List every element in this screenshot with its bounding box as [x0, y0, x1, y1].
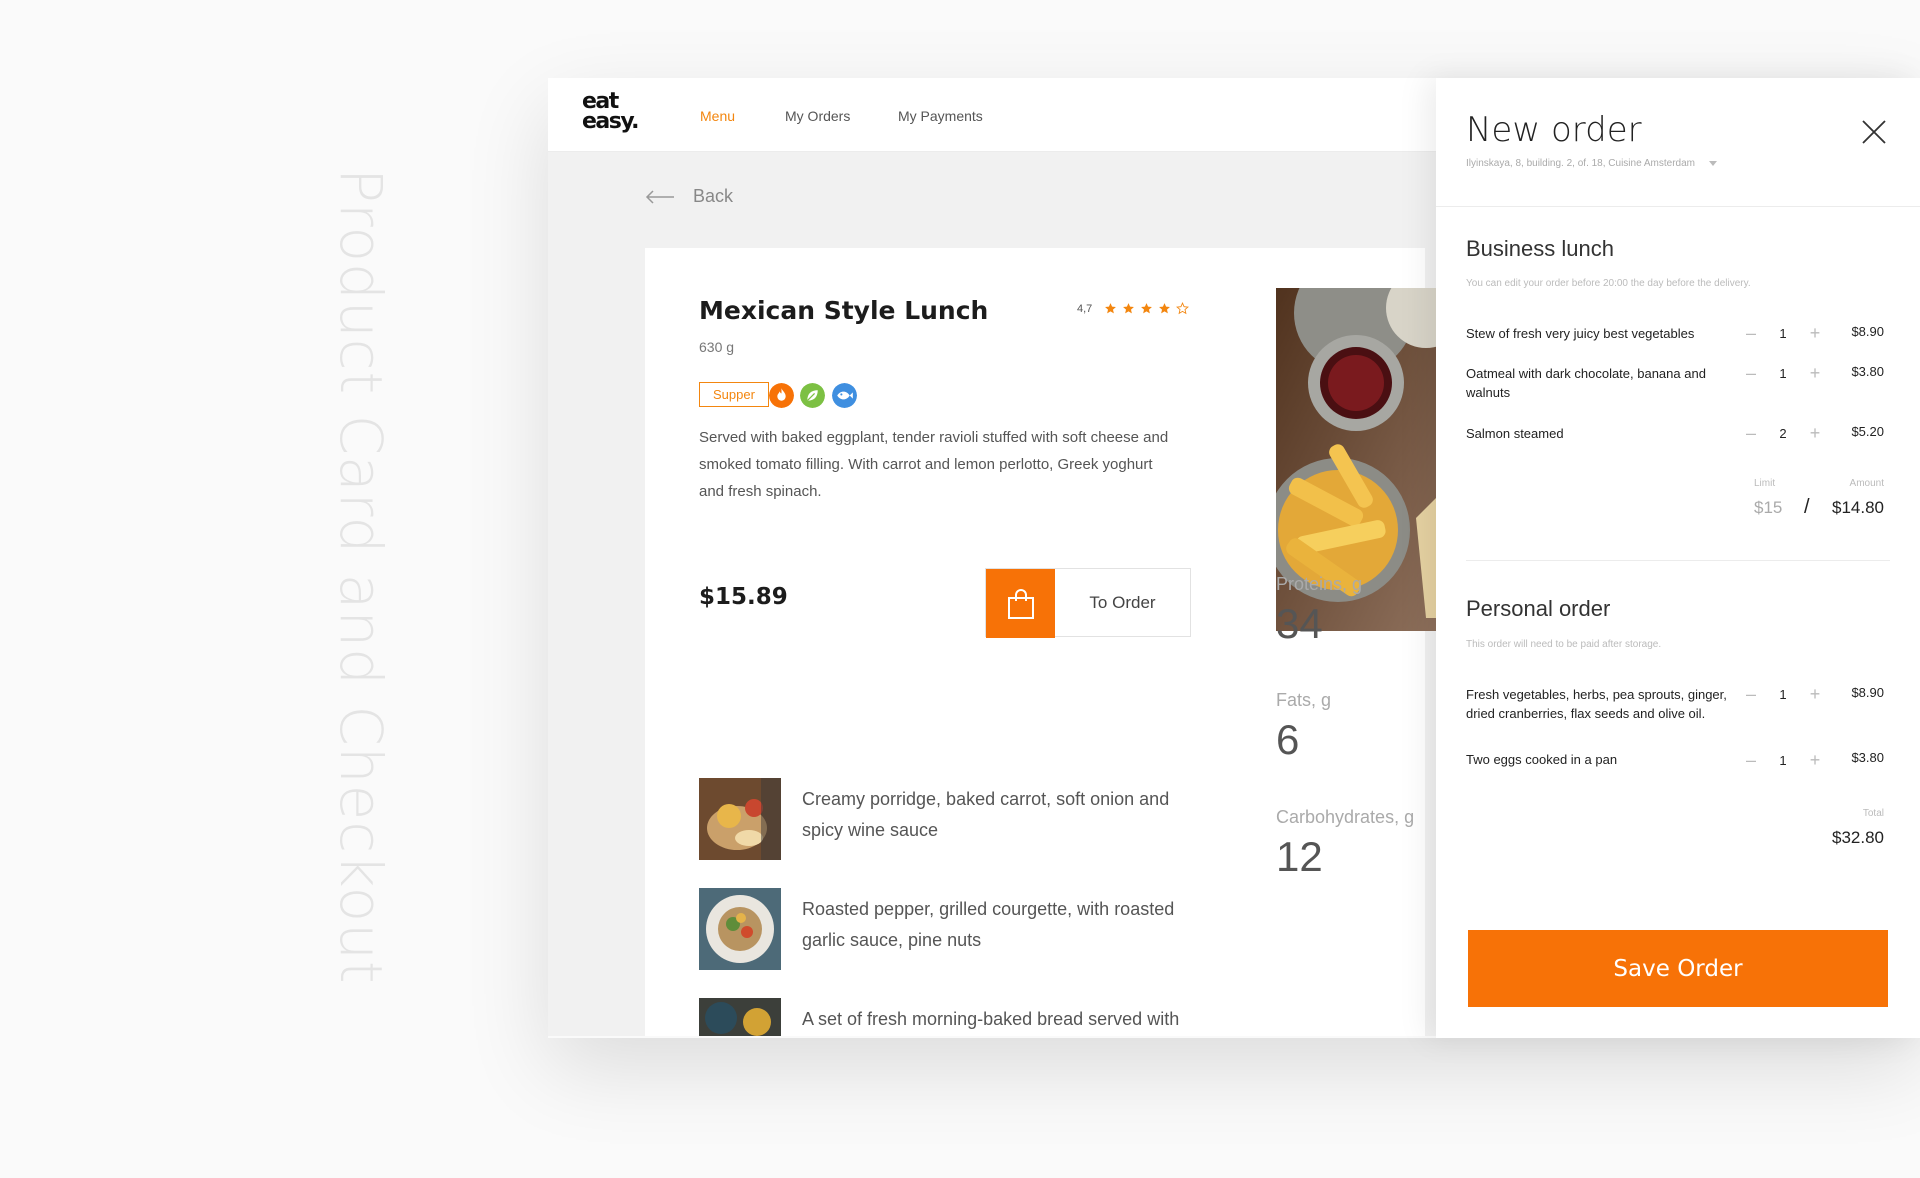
address-text: Ilyinskaya, 8, building. 2, of. 18, Cuis…	[1466, 158, 1696, 169]
leaf-icon	[800, 383, 825, 408]
order-item-name: Stew of fresh very juicy best vegetables	[1466, 326, 1695, 341]
fish-icon	[832, 383, 857, 408]
flame-icon	[769, 383, 794, 408]
divider	[1436, 206, 1920, 207]
decrease-button[interactable]: –	[1744, 750, 1758, 771]
product-weight: 630 g	[699, 339, 735, 355]
dish-description: Creamy porridge, baked carrot, soft onio…	[802, 789, 1170, 840]
star-filled-icon	[1123, 303, 1135, 314]
back-label: Back	[693, 186, 734, 206]
personal-order-title: Personal order	[1466, 596, 1611, 621]
rating-value: 4,7	[1077, 302, 1093, 315]
nutrition-label: Proteins, g	[1276, 574, 1363, 594]
nutrition-value: 6	[1276, 716, 1300, 763]
meal-tag[interactable]: Supper	[699, 382, 769, 407]
amount-label: Amount	[1849, 478, 1884, 489]
increase-button[interactable]: +	[1808, 750, 1822, 771]
quantity-stepper: – 1 +	[1744, 750, 1822, 771]
to-order-button[interactable]: To Order	[985, 568, 1191, 638]
order-item-name: Two eggs cooked in a pan	[1466, 752, 1618, 767]
arrow-left-icon	[645, 189, 674, 204]
order-item-price: $5.20	[1851, 424, 1884, 439]
product-title: Mexican Style Lunch	[699, 296, 989, 325]
order-item-price: $8.90	[1851, 685, 1884, 700]
rating-stars	[1104, 302, 1190, 315]
decrease-button[interactable]: –	[1744, 363, 1758, 384]
dish-description: A set of fresh morning-baked bread serve…	[802, 1009, 1180, 1029]
back-link[interactable]: Back	[645, 186, 733, 207]
product-description: Served with baked eggplant, tender ravio…	[699, 429, 1169, 500]
business-lunch-title: Business lunch	[1466, 236, 1614, 261]
delivery-address-select[interactable]: Ilyinskaya, 8, building. 2, of. 18, Cuis…	[1466, 158, 1718, 169]
close-icon[interactable]	[1860, 118, 1888, 146]
total-value: $32.80	[1832, 828, 1884, 847]
star-filled-icon	[1141, 303, 1153, 314]
quantity-stepper: – 2 +	[1744, 423, 1822, 444]
quantity-value: 1	[1779, 753, 1787, 768]
page-caption: Product Card and Checkout	[327, 168, 395, 985]
increase-button[interactable]: +	[1808, 363, 1822, 384]
star-filled-icon	[1159, 303, 1171, 314]
order-item-name: Salmon steamed	[1466, 426, 1564, 441]
order-item-price: $3.80	[1851, 364, 1884, 379]
quantity-value: 1	[1779, 326, 1787, 341]
nutrition-value: 12	[1276, 833, 1323, 880]
nav-menu[interactable]: Menu	[700, 108, 735, 124]
limit-separator: /	[1804, 496, 1810, 518]
personal-order-note: This order will need to be paid after st…	[1466, 639, 1662, 650]
quantity-stepper: – 1 +	[1744, 323, 1822, 344]
quantity-stepper: – 1 +	[1744, 363, 1822, 384]
to-order-label: To Order	[1089, 592, 1156, 612]
dish-description: Roasted pepper, grilled courgette, with …	[802, 899, 1175, 950]
order-item-price: $8.90	[1851, 324, 1884, 339]
star-empty-icon	[1176, 302, 1190, 315]
panel-title: New order	[1466, 110, 1642, 150]
increase-button[interactable]: +	[1808, 684, 1822, 705]
quantity-value: 1	[1779, 366, 1787, 381]
logo-line-2: easy.	[582, 109, 640, 134]
shopping-bag-icon	[986, 569, 1055, 638]
quantity-value: 1	[1779, 687, 1787, 702]
dish-thumbnail	[699, 998, 781, 1036]
product-price: $15.89	[699, 584, 788, 610]
nav-my-payments[interactable]: My Payments	[898, 108, 983, 124]
limit-value: $15	[1754, 498, 1783, 517]
increase-button[interactable]: +	[1808, 423, 1822, 444]
dish-thumbnail	[699, 778, 781, 860]
divider	[1466, 560, 1890, 561]
save-order-button[interactable]: Save Order	[1468, 930, 1888, 1007]
dish-thumbnail	[699, 888, 781, 970]
quantity-stepper: – 1 +	[1744, 684, 1822, 705]
increase-button[interactable]: +	[1808, 323, 1822, 344]
brand-logo[interactable]: eat easy.	[582, 91, 640, 134]
quantity-value: 2	[1779, 426, 1787, 441]
product-rating: 4,7	[1077, 302, 1190, 315]
chevron-down-icon	[1709, 161, 1718, 166]
star-filled-icon	[1105, 303, 1117, 314]
decrease-button[interactable]: –	[1744, 323, 1758, 344]
nutrition-value: 34	[1276, 600, 1323, 647]
order-item-price: $3.80	[1851, 750, 1884, 765]
total-label: Total	[1862, 808, 1884, 819]
nav-my-orders[interactable]: My Orders	[785, 108, 850, 124]
nutrition-label: Fats, g	[1276, 690, 1332, 710]
nutrition-label: Carbohydrates, g	[1276, 807, 1415, 827]
limit-label: Limit	[1754, 478, 1776, 489]
order-item-name: Fresh vegetables, herbs, pea sprouts, gi…	[1466, 687, 1727, 721]
new-order-panel: New order Ilyinskaya, 8, building. 2, of…	[1436, 78, 1920, 1038]
business-lunch-note: You can edit your order before 20:00 the…	[1466, 278, 1751, 289]
amount-value: $14.80	[1832, 498, 1884, 517]
decrease-button[interactable]: –	[1744, 684, 1758, 705]
decrease-button[interactable]: –	[1744, 423, 1758, 444]
order-item-name: Oatmeal with dark chocolate, banana and …	[1466, 366, 1706, 400]
